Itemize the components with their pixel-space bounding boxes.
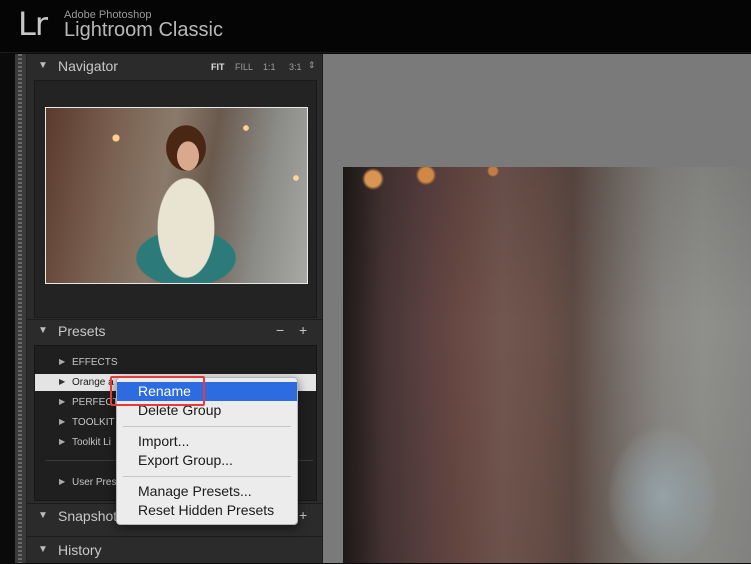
manage-presets-menu-item[interactable]: Manage Presets... xyxy=(117,482,297,501)
title-bar: Lr Adobe Photoshop Lightroom Classic xyxy=(0,0,751,53)
app-name: Lightroom Classic xyxy=(64,19,223,41)
collapse-triangle-icon[interactable]: ▼ xyxy=(38,60,48,71)
expand-triangle-icon[interactable]: ▶ xyxy=(59,357,65,366)
menu-separator xyxy=(123,426,291,427)
lightroom-logo: Lr xyxy=(18,5,48,43)
expand-triangle-icon[interactable]: ▶ xyxy=(59,397,65,406)
presets-title: Presets xyxy=(58,323,106,339)
menu-separator xyxy=(123,476,291,477)
minus-icon[interactable]: − xyxy=(276,322,284,338)
zoom-fill[interactable]: FILL xyxy=(235,62,253,72)
zoom-1-1[interactable]: 1:1 xyxy=(263,62,276,72)
photo-overlay xyxy=(343,167,751,563)
expand-triangle-icon[interactable]: ▶ xyxy=(59,377,65,386)
collapse-triangle-icon[interactable]: ▼ xyxy=(38,510,48,521)
snapshots-title: Snapshot xyxy=(58,508,118,524)
divider xyxy=(27,536,322,537)
zoom-stepper-icon[interactable]: ⇕ xyxy=(308,60,316,71)
navigator-thumbnail[interactable] xyxy=(45,107,308,284)
navigator-header[interactable]: ▼ Navigator FIT FILL 1:1 3:1 ⇕ xyxy=(27,54,322,80)
history-title: History xyxy=(58,542,102,558)
expand-triangle-icon[interactable]: ▶ xyxy=(59,417,65,426)
export-group-menu-item[interactable]: Export Group... xyxy=(117,451,297,470)
zoom-3-1[interactable]: 3:1 xyxy=(289,62,302,72)
collapse-triangle-icon[interactable]: ▼ xyxy=(38,325,48,336)
reset-hidden-presets-menu-item[interactable]: Reset Hidden Presets xyxy=(117,501,297,520)
collapse-triangle-icon[interactable]: ▼ xyxy=(38,544,48,555)
import-menu-item[interactable]: Import... xyxy=(117,432,297,451)
main-image-view[interactable] xyxy=(323,54,751,563)
plus-icon[interactable]: + xyxy=(299,507,307,523)
preset-group-effects[interactable]: ▶ EFFECTS xyxy=(35,354,316,371)
presets-header[interactable]: ▼ Presets − + xyxy=(27,319,322,345)
zoom-fit[interactable]: FIT xyxy=(211,62,225,72)
navigator-preview-area[interactable] xyxy=(34,80,317,318)
annotation-highlight-box xyxy=(110,376,205,406)
expand-triangle-icon[interactable]: ▶ xyxy=(59,477,65,486)
left-panel-collapse-strip[interactable] xyxy=(15,54,27,563)
expand-triangle-icon[interactable]: ▶ xyxy=(59,437,65,446)
history-header[interactable]: ▼ History xyxy=(27,538,322,564)
grip-handle[interactable] xyxy=(18,54,22,563)
navigator-title: Navigator xyxy=(58,58,118,74)
plus-icon[interactable]: + xyxy=(299,322,307,338)
